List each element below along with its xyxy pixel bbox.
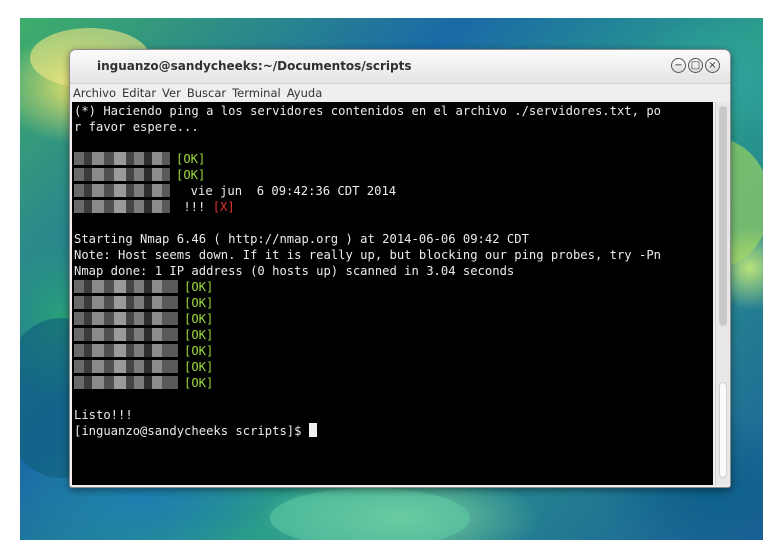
terminal-line: (*) Haciendo ping a los servidores conte… xyxy=(74,104,661,118)
menu-archivo[interactable]: Archivo xyxy=(73,86,116,100)
shell-prompt: [inguanzo@sandycheeks scripts]$ xyxy=(74,424,309,438)
ok-status: [OK] xyxy=(176,152,206,166)
fail-status: [X] xyxy=(212,200,235,214)
terminal-line: [OK] xyxy=(74,359,713,375)
window-title: inguanzo@sandycheeks:~/Documentos/script… xyxy=(97,59,412,73)
date-output: vie jun 6 09:42:36 CDT 2014 xyxy=(176,184,397,198)
title-bar[interactable]: inguanzo@sandycheeks:~/Documentos/script… xyxy=(70,50,730,84)
maximize-button[interactable]: □ xyxy=(688,58,703,73)
ok-status: [OK] xyxy=(184,280,214,294)
redacted-hostname xyxy=(74,168,170,181)
redacted-hostname xyxy=(74,328,178,341)
terminal-window: inguanzo@sandycheeks:~/Documentos/script… xyxy=(69,49,731,488)
terminal-line: [OK] xyxy=(74,327,713,343)
ok-status: [OK] xyxy=(184,376,214,390)
menu-buscar[interactable]: Buscar xyxy=(187,86,226,100)
terminal-line: r favor espere... xyxy=(74,120,199,134)
menu-terminal[interactable]: Terminal xyxy=(232,86,281,100)
text-cursor xyxy=(308,423,317,437)
minimize-button[interactable]: − xyxy=(671,58,686,73)
close-button[interactable]: × xyxy=(705,58,720,73)
menu-ayuda[interactable]: Ayuda xyxy=(287,86,323,100)
redacted-hostname xyxy=(74,152,170,165)
redacted-hostname xyxy=(74,360,178,373)
ok-status: [OK] xyxy=(184,344,214,358)
terminal-line: [OK] xyxy=(74,311,713,327)
terminal-line: [OK] xyxy=(74,151,713,167)
scrollbar-track-upper xyxy=(719,106,727,326)
terminal-line: Nmap done: 1 IP address (0 hosts up) sca… xyxy=(74,264,515,278)
bang-text: !!! xyxy=(176,200,213,214)
terminal-line: [OK] xyxy=(74,375,713,391)
redacted-hostname xyxy=(74,296,178,309)
menu-editar[interactable]: Editar xyxy=(122,86,156,100)
terminal-line: [OK] xyxy=(74,279,713,295)
ok-status: [OK] xyxy=(184,296,214,310)
ok-status: [OK] xyxy=(176,168,206,182)
redacted-hostname xyxy=(74,280,178,293)
redacted-hostname xyxy=(74,344,178,357)
menu-bar: Archivo Editar Ver Buscar Terminal Ayuda xyxy=(70,84,730,102)
terminal-output[interactable]: (*) Haciendo ping a los servidores conte… xyxy=(72,102,713,485)
terminal-line: [OK] xyxy=(74,343,713,359)
terminal-line: Listo!!! xyxy=(74,408,133,422)
ok-status: [OK] xyxy=(184,360,214,374)
vertical-scrollbar[interactable] xyxy=(715,102,730,485)
scrollbar-thumb[interactable] xyxy=(719,382,727,478)
redacted-hostname xyxy=(74,312,178,325)
terminal-line: !!! [X] xyxy=(74,199,713,215)
prompt-line[interactable]: [inguanzo@sandycheeks scripts]$ xyxy=(74,423,713,439)
terminal-line: [OK] xyxy=(74,295,713,311)
redacted-hostname xyxy=(74,376,178,389)
terminal-line: vie jun 6 09:42:36 CDT 2014 xyxy=(74,183,713,199)
terminal-line: Note: Host seems down. If it is really u… xyxy=(74,248,661,262)
window-controls: − □ × xyxy=(671,58,720,73)
menu-ver[interactable]: Ver xyxy=(162,86,181,100)
redacted-hostname xyxy=(74,184,170,197)
terminal-line: [OK] xyxy=(74,167,713,183)
terminal-line: Starting Nmap 6.46 ( http://nmap.org ) a… xyxy=(74,232,529,246)
ok-status: [OK] xyxy=(184,328,214,342)
redacted-hostname xyxy=(74,200,170,213)
wallpaper-blob xyxy=(270,488,470,540)
ok-status: [OK] xyxy=(184,312,214,326)
